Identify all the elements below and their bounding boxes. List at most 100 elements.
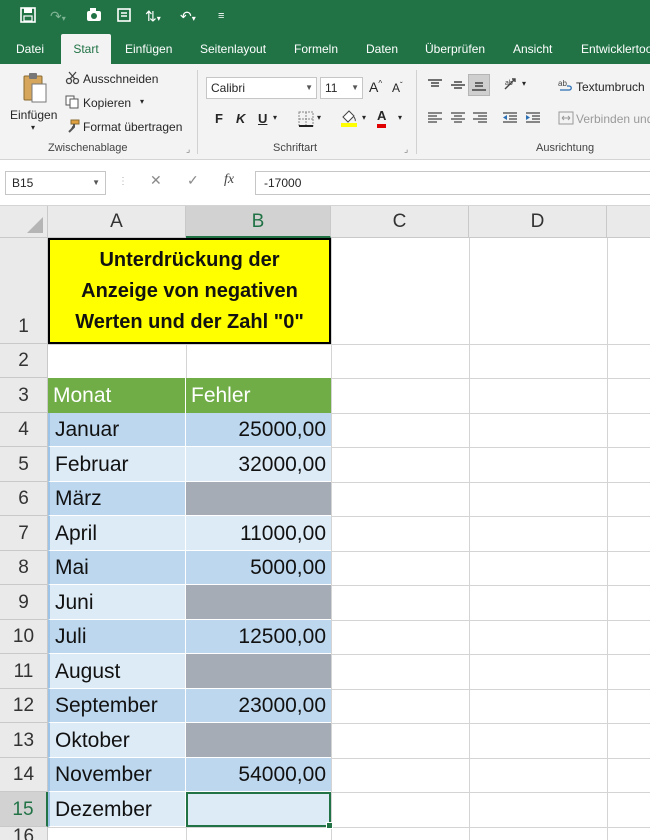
month-cell[interactable]: März	[48, 482, 186, 516]
row-header-7[interactable]: 7	[0, 516, 48, 551]
month-cell[interactable]: Februar	[48, 447, 186, 482]
tab-datei[interactable]: Datei	[16, 34, 44, 64]
month-cell[interactable]: Juni	[48, 585, 186, 620]
font-name-combo[interactable]: Calibri ▼	[206, 77, 317, 99]
orientation-icon[interactable]: ab	[503, 76, 521, 97]
merge-button[interactable]: Verbinden und	[576, 112, 650, 126]
column-header-e[interactable]	[607, 206, 650, 238]
wrap-text-button[interactable]: Textumbruch	[576, 80, 645, 94]
form-icon[interactable]	[116, 7, 132, 27]
header-cell-errors[interactable]: Fehler	[186, 378, 331, 413]
border-dropdown-icon[interactable]: ▾	[317, 113, 321, 122]
clipboard-launcher-icon[interactable]: ⌟	[186, 144, 190, 155]
column-header-c[interactable]: C	[331, 206, 469, 238]
month-cell[interactable]: September	[48, 689, 186, 723]
row-header-1[interactable]: 1	[0, 238, 48, 344]
tab-einfuegen[interactable]: Einfügen	[125, 34, 172, 64]
align-bottom-icon[interactable]	[468, 74, 490, 96]
sort-icon[interactable]: ⇅▾	[145, 7, 161, 28]
tab-entwicklertools[interactable]: Entwicklertoo	[581, 34, 650, 64]
row-header-14[interactable]: 14	[0, 758, 48, 792]
row-header-9[interactable]: 9	[0, 585, 48, 620]
value-cell[interactable]: 5000,00	[186, 551, 331, 585]
increase-indent-icon[interactable]	[525, 111, 541, 130]
value-cell[interactable]: 23000,00	[186, 689, 331, 723]
paste-button[interactable]: Einfügen	[10, 108, 57, 122]
value-cell[interactable]: 11000,00	[186, 516, 331, 551]
row-header-13[interactable]: 13	[0, 723, 48, 758]
undo-icon[interactable]: ↶▾	[180, 7, 196, 28]
value-cell[interactable]: 25000,00	[186, 413, 331, 447]
align-right-icon[interactable]	[472, 111, 488, 130]
align-top-icon[interactable]	[427, 78, 443, 97]
underline-button[interactable]: U	[258, 111, 267, 126]
redo-icon[interactable]: ↷▾	[50, 7, 66, 28]
decrease-indent-icon[interactable]	[502, 111, 518, 130]
touch-mode-icon[interactable]	[86, 7, 104, 27]
column-header-a[interactable]: A	[48, 206, 186, 238]
tab-daten[interactable]: Daten	[366, 34, 398, 64]
align-center-icon[interactable]	[450, 111, 466, 130]
fill-color-dropdown-icon[interactable]: ▾	[362, 113, 366, 122]
tab-ueberpruefen[interactable]: Überprüfen	[425, 34, 485, 64]
month-cell[interactable]: Juli	[48, 620, 186, 654]
row-header-6[interactable]: 6	[0, 482, 48, 516]
row-header-2[interactable]: 2	[0, 344, 48, 378]
row-header-15[interactable]: 15	[0, 792, 48, 827]
row-header-10[interactable]: 10	[0, 620, 48, 654]
row-header-3[interactable]: 3	[0, 378, 48, 413]
tab-seitenlayout[interactable]: Seitenlayout	[200, 34, 266, 64]
value-cell[interactable]	[186, 654, 331, 689]
column-header-b[interactable]: B	[186, 206, 331, 238]
row-header-12[interactable]: 12	[0, 689, 48, 723]
value-cell[interactable]	[186, 482, 331, 516]
fill-color-icon[interactable]	[340, 108, 358, 133]
align-middle-icon[interactable]	[450, 78, 466, 97]
name-box[interactable]: B15 ▼	[5, 171, 106, 195]
value-cell[interactable]: 54000,00	[186, 758, 331, 792]
month-cell[interactable]: August	[48, 654, 186, 689]
cancel-icon[interactable]: ✕	[150, 172, 162, 189]
more-options-icon[interactable]: ⋮	[118, 176, 128, 187]
grow-font-button[interactable]: A^	[369, 79, 382, 95]
row-header-11[interactable]: 11	[0, 654, 48, 689]
save-icon[interactable]	[20, 7, 36, 27]
copy-button[interactable]: Kopieren	[83, 96, 131, 110]
font-color-dropdown-icon[interactable]: ▾	[398, 113, 402, 122]
tab-start[interactable]: Start	[61, 34, 111, 64]
title-cell[interactable]: Unterdrückung der Anzeige von negativen …	[48, 238, 331, 344]
orientation-dropdown-icon[interactable]: ▾	[522, 79, 526, 88]
row-header-16[interactable]: 16	[0, 827, 48, 840]
cut-button[interactable]: Ausschneiden	[83, 72, 158, 86]
month-cell[interactable]: Oktober	[48, 723, 186, 758]
tab-ansicht[interactable]: Ansicht	[513, 34, 552, 64]
bold-button[interactable]: F	[215, 111, 223, 126]
month-cell[interactable]: Dezember	[48, 792, 186, 827]
column-header-d[interactable]: D	[469, 206, 607, 238]
font-color-button[interactable]: A	[377, 108, 387, 128]
border-icon[interactable]	[298, 111, 314, 132]
select-all-button[interactable]	[0, 206, 48, 238]
insert-function-icon[interactable]: fx	[224, 172, 234, 188]
align-left-icon[interactable]	[427, 111, 443, 130]
row-header-8[interactable]: 8	[0, 551, 48, 585]
paste-dropdown-icon[interactable]: ▾	[31, 123, 35, 132]
tab-formeln[interactable]: Formeln	[294, 34, 338, 64]
month-cell[interactable]: April	[48, 516, 186, 551]
month-cell[interactable]: Mai	[48, 551, 186, 585]
shrink-font-button[interactable]: Aˇ	[392, 81, 403, 95]
formula-input[interactable]: -17000	[255, 171, 650, 195]
row-header-4[interactable]: 4	[0, 413, 48, 447]
format-painter-button[interactable]: Format übertragen	[83, 120, 182, 134]
value-cell[interactable]	[186, 723, 331, 758]
fill-handle[interactable]	[326, 822, 333, 829]
copy-dropdown-icon[interactable]: ▾	[140, 97, 144, 106]
header-cell-month[interactable]: Monat	[48, 378, 186, 413]
value-cell[interactable]	[186, 585, 331, 620]
font-size-combo[interactable]: 11 ▼	[320, 77, 363, 99]
font-launcher-icon[interactable]: ⌟	[404, 144, 408, 155]
value-cell[interactable]: 32000,00	[186, 447, 331, 482]
customize-icon[interactable]: ≡	[218, 7, 224, 25]
underline-dropdown-icon[interactable]: ▾	[273, 113, 277, 122]
selected-cell[interactable]	[186, 792, 331, 827]
